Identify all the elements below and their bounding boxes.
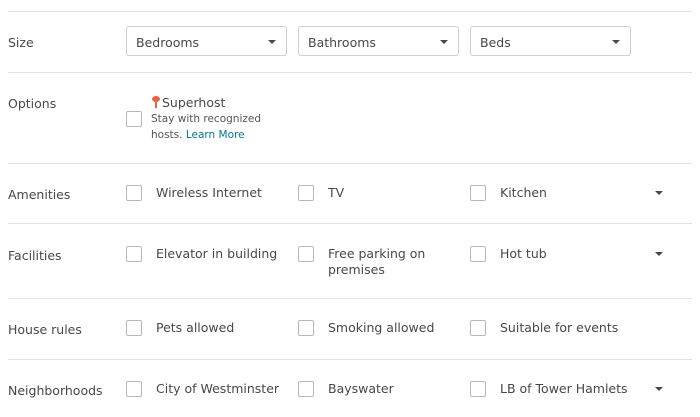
divider — [8, 359, 692, 360]
facility-label-hot-tub: Hot tub — [500, 246, 547, 261]
superhost-checkbox[interactable] — [126, 111, 142, 127]
bedrooms-select[interactable]: Bedrooms — [126, 26, 287, 56]
rule-label-smoking: Smoking allowed — [328, 320, 435, 335]
house-rules-label: House rules — [8, 322, 82, 337]
amenity-label-wireless-internet: Wireless Internet — [156, 185, 262, 200]
rule-checkbox-smoking[interactable] — [298, 320, 314, 336]
facility-checkbox-free-parking[interactable] — [298, 246, 314, 262]
divider — [8, 223, 692, 224]
facilities-expand-chevron-icon[interactable] — [655, 252, 663, 256]
learn-more-link[interactable]: Learn More — [186, 129, 245, 141]
neighborhood-checkbox-westminster[interactable] — [126, 381, 142, 397]
superhost-desc-hosts: hosts. — [151, 129, 183, 141]
amenities-expand-chevron-icon[interactable] — [655, 191, 663, 195]
neighborhood-checkbox-tower-hamlets[interactable] — [470, 381, 486, 397]
superhost-desc-line2: hosts. Learn More — [151, 127, 261, 143]
facility-checkbox-hot-tub[interactable] — [470, 246, 486, 262]
facilities-label: Facilities — [8, 248, 62, 263]
superhost-title-text: Superhost — [162, 95, 226, 110]
facility-checkbox-elevator[interactable] — [126, 246, 142, 262]
neighborhood-checkbox-bayswater[interactable] — [298, 381, 314, 397]
chevron-down-icon — [612, 40, 620, 44]
options-label: Options — [8, 96, 57, 111]
amenity-label-tv: TV — [328, 185, 345, 200]
rule-checkbox-events[interactable] — [470, 320, 486, 336]
neighborhoods-expand-chevron-icon[interactable] — [655, 387, 663, 391]
amenity-checkbox-wireless-internet[interactable] — [126, 185, 142, 201]
bathrooms-select-value: Bathrooms — [308, 35, 376, 50]
amenity-label-kitchen: Kitchen — [500, 185, 547, 200]
chevron-down-icon — [440, 40, 448, 44]
amenity-checkbox-kitchen[interactable] — [470, 185, 486, 201]
divider — [8, 72, 692, 73]
divider-top — [8, 11, 692, 12]
neighborhood-label-tower-hamlets: LB of Tower Hamlets — [500, 381, 628, 396]
rule-label-pets: Pets allowed — [156, 320, 235, 335]
superhost-title: Superhost — [151, 95, 225, 111]
beds-select-value: Beds — [480, 35, 511, 50]
amenities-label: Amenities — [8, 187, 71, 202]
neighborhoods-label: Neighborhoods — [8, 383, 103, 398]
facility-label-elevator: Elevator in building — [156, 246, 278, 261]
bedrooms-select-value: Bedrooms — [136, 35, 200, 50]
rule-label-events: Suitable for events — [500, 320, 619, 335]
neighborhood-label-bayswater: Bayswater — [328, 381, 394, 396]
divider — [8, 163, 692, 164]
divider — [8, 298, 692, 299]
neighborhood-label-westminster: City of Westminster — [156, 381, 280, 396]
beds-select[interactable]: Beds — [470, 26, 631, 56]
facility-label-free-parking-line1: Free parking on — [328, 246, 426, 261]
chevron-down-icon — [268, 40, 276, 44]
superhost-icon — [151, 96, 161, 108]
superhost-description: Stay with recognized hosts. Learn More — [151, 111, 261, 143]
size-label: Size — [8, 35, 34, 50]
rule-checkbox-pets[interactable] — [126, 320, 142, 336]
facility-label-free-parking-line2: premises — [328, 262, 385, 277]
superhost-desc-line1: Stay with recognized — [151, 113, 261, 125]
bathrooms-select[interactable]: Bathrooms — [298, 26, 459, 56]
amenity-checkbox-tv[interactable] — [298, 185, 314, 201]
facility-label-free-parking: Free parking on premises — [328, 246, 425, 278]
